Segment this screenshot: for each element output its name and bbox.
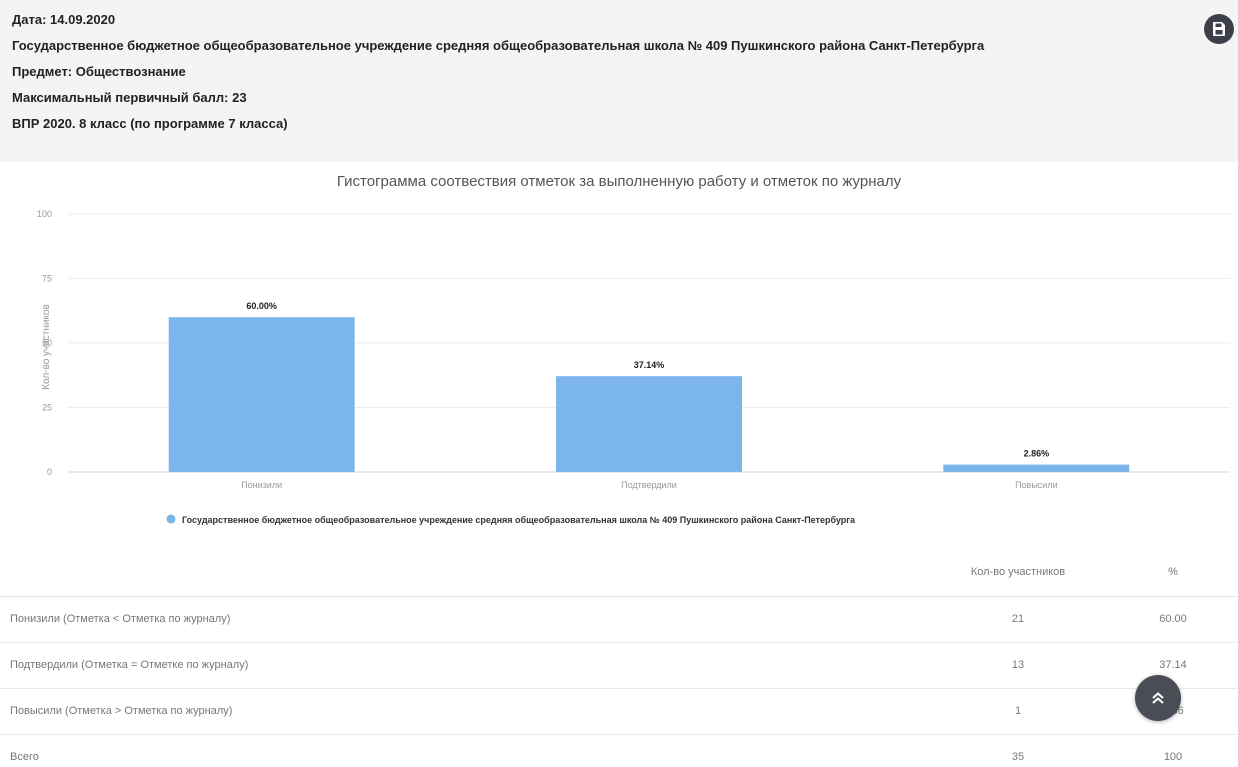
max-score: Максимальный первичный балл: 23 bbox=[12, 90, 247, 105]
x-tick-label: Понизили bbox=[241, 480, 282, 490]
school-name: Государственное бюджетное общеобразовате… bbox=[12, 38, 985, 53]
histogram-chart: Гистограмма соотвествия отметок за выпол… bbox=[0, 162, 1238, 542]
bar[interactable] bbox=[556, 376, 742, 472]
row-label: Подтвердили (Отметка = Отметке по журнал… bbox=[0, 642, 928, 689]
table-row: Подтвердили (Отметка = Отметке по журнал… bbox=[0, 642, 1238, 689]
y-tick-label: 25 bbox=[42, 403, 52, 413]
row-count: 21 bbox=[928, 596, 1108, 643]
legend-label: Государственное бюджетное общеобразовате… bbox=[182, 515, 856, 525]
table-header: Кол-во участников bbox=[928, 548, 1108, 597]
row-count: 13 bbox=[928, 642, 1108, 689]
scroll-to-top-button[interactable] bbox=[1135, 675, 1181, 721]
chart-svg: Гистограмма соотвествия отметок за выпол… bbox=[37, 173, 1230, 526]
legend-marker bbox=[166, 514, 176, 524]
table-row: Всего 35 100 bbox=[0, 734, 1238, 767]
legend[interactable]: Государственное бюджетное общеобразовате… bbox=[166, 514, 857, 526]
double-chevron-up-icon bbox=[1152, 692, 1164, 704]
x-tick-label: Повысили bbox=[1015, 480, 1058, 490]
x-tick-label: Подтвердили bbox=[621, 480, 677, 490]
exam-name: ВПР 2020. 8 класс (по программе 7 класса… bbox=[12, 116, 288, 131]
row-percent: 60.00 bbox=[1108, 596, 1238, 643]
table-row: Понизили (Отметка < Отметка по журналу) … bbox=[0, 596, 1238, 643]
y-tick-label: 100 bbox=[37, 209, 52, 219]
report-info-panel: Дата: 14.09.2020 Государственное бюджетн… bbox=[0, 0, 1238, 162]
table-header: % bbox=[1108, 548, 1238, 597]
y-tick-label: 50 bbox=[42, 338, 52, 348]
row-percent: 100 bbox=[1108, 734, 1238, 767]
report-date: Дата: 14.09.2020 bbox=[12, 12, 116, 27]
table-row: Повысили (Отметка > Отметка по журналу) … bbox=[0, 688, 1238, 735]
save-button[interactable] bbox=[1204, 14, 1234, 44]
y-tick-label: 75 bbox=[42, 274, 52, 284]
row-label: Повысили (Отметка > Отметка по журналу) bbox=[0, 688, 928, 735]
table-header bbox=[0, 548, 928, 597]
row-count: 35 bbox=[928, 734, 1108, 767]
row-label: Понизили (Отметка < Отметка по журналу) bbox=[0, 596, 928, 643]
table-header-row: Кол-во участников % bbox=[0, 548, 1238, 597]
bar[interactable] bbox=[168, 317, 355, 472]
chart-title: Гистограмма соотвествия отметок за выпол… bbox=[337, 173, 902, 190]
stats-table: Кол-во участников % Понизили (Отметка < … bbox=[0, 548, 1238, 767]
subject: Предмет: Обществознание bbox=[12, 64, 186, 79]
row-label: Всего bbox=[0, 734, 928, 767]
bar-data-label: 2.86% bbox=[1024, 449, 1050, 459]
bar[interactable] bbox=[943, 464, 1130, 472]
bar-data-label: 37.14% bbox=[634, 360, 665, 370]
bars: 60.00% Понизили 37.14% Подтвердили 2.86% Повы… bbox=[168, 301, 1130, 490]
row-count: 1 bbox=[928, 688, 1108, 735]
y-tick-label: 0 bbox=[47, 467, 52, 477]
save-icon bbox=[1213, 22, 1225, 36]
bar-data-label: 60.00% bbox=[246, 301, 277, 311]
